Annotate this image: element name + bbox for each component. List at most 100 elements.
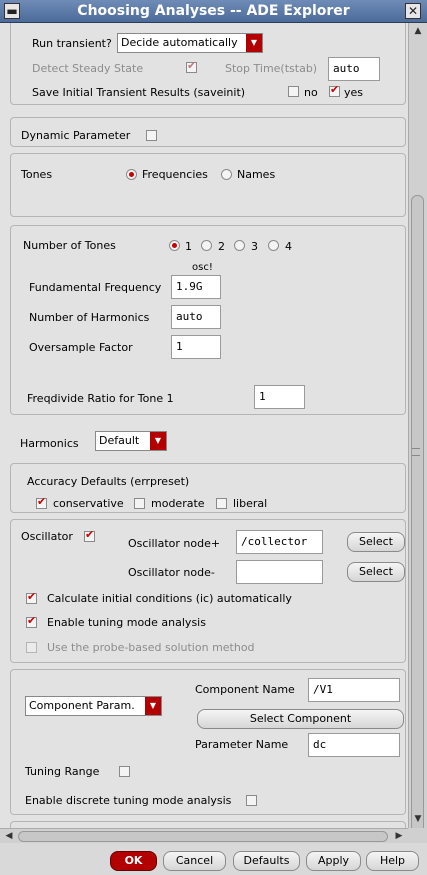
tones-frequencies-radio[interactable] [126, 169, 137, 180]
tones-frequencies-label: Frequencies [142, 168, 208, 181]
scroll-corner [408, 828, 427, 843]
number-of-harmonics-field[interactable]: auto [171, 305, 221, 329]
scroll-down-icon[interactable]: ▼ [412, 813, 424, 825]
oscillator-node-minus-label: Oscillator node- [128, 566, 215, 579]
ok-button[interactable]: OK [110, 851, 157, 871]
tones-group: Tones Frequencies Names [10, 153, 406, 217]
tones-names-label: Names [237, 168, 276, 181]
component-type-value: Component Param. [29, 699, 135, 712]
parameter-name-label: Parameter Name [195, 738, 289, 751]
tones-names-radio[interactable] [221, 169, 232, 180]
osc-column-header: osc! [192, 262, 213, 273]
accuracy-moderate-checkbox[interactable] [134, 498, 145, 509]
tones-4-label: 4 [285, 240, 292, 253]
oscillator-label: Oscillator [21, 530, 73, 543]
vertical-scroll-thumb[interactable] [411, 195, 424, 835]
fundamental-frequency-field[interactable]: 1.9G [171, 275, 221, 299]
scroll-grip-icon [412, 448, 420, 456]
steady-state-checkbox [186, 59, 197, 73]
ic-automatic-checkbox[interactable] [26, 590, 37, 604]
accuracy-liberal-label: liberal [233, 497, 268, 510]
number-of-tones-group: Number of Tones 1 2 3 4 osc! Fundamental… [10, 225, 406, 415]
saveinit-label: Save Initial Transient Results (saveinit… [32, 86, 246, 99]
horizontal-scrollbar[interactable]: ◀ ▶ [0, 828, 408, 843]
dynamic-param-group: Dynamic Parameter [10, 117, 406, 147]
transient-group: Run transient? Decide automatically ▼ De… [10, 23, 406, 105]
number-of-harmonics-label: Number of Harmonics [29, 311, 150, 324]
tuning-range-checkbox[interactable] [119, 766, 130, 777]
tuning-mode-label: Enable tuning mode analysis [47, 616, 206, 629]
discrete-tuning-label: Enable discrete tuning mode analysis [25, 794, 232, 807]
probe-method-label: Use the probe-based solution method [47, 641, 255, 654]
oscillator-node-plus-field[interactable]: /collector [236, 530, 323, 554]
harmonics-value: Default [99, 434, 140, 447]
tones-1-radio[interactable] [169, 240, 180, 251]
steady-state-label: Detect Steady State [32, 62, 144, 75]
scroll-right-icon[interactable]: ▶ [393, 830, 405, 842]
defaults-button[interactable]: Defaults [233, 851, 300, 871]
accuracy-moderate-label: moderate [151, 497, 205, 510]
chevron-down-icon: ▼ [246, 34, 262, 52]
parameter-name-field[interactable]: dc [308, 733, 400, 757]
oscillator-group: Oscillator Oscillator node+ /collector S… [10, 519, 406, 663]
oscillator-checkbox[interactable] [84, 528, 95, 542]
next-group-partial [10, 821, 406, 828]
accuracy-label: Accuracy Defaults (errpreset) [27, 475, 190, 488]
select-component-button[interactable]: Select Component [197, 709, 404, 729]
stop-time-field[interactable]: auto [328, 57, 380, 81]
tones-4-radio[interactable] [268, 240, 279, 251]
run-transient-select[interactable]: Decide automatically ▼ [117, 33, 263, 53]
saveinit-yes-label: yes [344, 86, 364, 99]
accuracy-conservative-label: conservative [53, 497, 124, 510]
tones-1-label: 1 [185, 240, 192, 253]
vertical-scrollbar[interactable]: ▲ ▼ [408, 23, 427, 835]
oversample-factor-label: Oversample Factor [29, 341, 133, 354]
number-of-tones-label: Number of Tones [23, 239, 116, 252]
apply-button[interactable]: Apply [306, 851, 361, 871]
saveinit-no-checkbox[interactable] [288, 86, 299, 97]
tones-3-label: 3 [251, 240, 258, 253]
oscillator-node-plus-select-button[interactable]: Select [347, 532, 405, 552]
run-transient-label: Run transient? [32, 37, 112, 50]
saveinit-yes-checkbox[interactable] [329, 83, 340, 97]
tones-2-label: 2 [218, 240, 225, 253]
close-icon[interactable]: ✕ [405, 3, 421, 19]
component-group: Component Param. ▼ Component Name /V1 Se… [10, 669, 406, 815]
accuracy-conservative-checkbox[interactable] [36, 495, 47, 509]
harmonics-select[interactable]: Default ▼ [95, 431, 167, 451]
window-title: Choosing Analyses -- ADE Explorer [77, 3, 350, 19]
scroll-left-icon[interactable]: ◀ [3, 830, 15, 842]
oscillator-node-minus-field[interactable] [236, 560, 323, 584]
freqdivide-ratio-field[interactable]: 1 [254, 385, 305, 409]
component-type-select[interactable]: Component Param. ▼ [25, 696, 162, 716]
horizontal-scroll-thumb[interactable] [18, 831, 388, 842]
dialog-button-bar: OK Cancel Defaults Apply Help [0, 843, 427, 875]
tones-label: Tones [21, 168, 53, 181]
dynamic-param-checkbox[interactable] [146, 130, 157, 141]
cancel-button[interactable]: Cancel [163, 851, 226, 871]
component-name-field[interactable]: /V1 [308, 678, 400, 702]
tuning-mode-checkbox[interactable] [26, 614, 37, 628]
oscillator-node-plus-label: Oscillator node+ [128, 537, 221, 550]
discrete-tuning-checkbox[interactable] [246, 795, 257, 806]
tones-2-radio[interactable] [201, 240, 212, 251]
probe-method-checkbox [26, 642, 37, 653]
tuning-range-label: Tuning Range [25, 765, 100, 778]
accuracy-group: Accuracy Defaults (errpreset) conservati… [10, 463, 406, 513]
scroll-up-icon[interactable]: ▲ [412, 25, 424, 37]
oversample-factor-field[interactable]: 1 [171, 335, 221, 359]
harmonics-label: Harmonics [20, 437, 79, 450]
tones-3-radio[interactable] [234, 240, 245, 251]
fundamental-frequency-label: Fundamental Frequency [29, 281, 162, 294]
title-bar: ▬ Choosing Analyses -- ADE Explorer ✕ [0, 0, 427, 23]
accuracy-liberal-checkbox[interactable] [216, 498, 227, 509]
stop-time-label: Stop Time(tstab) [225, 62, 318, 75]
freqdivide-ratio-label: Freqdivide Ratio for Tone 1 [27, 392, 174, 405]
oscillator-node-minus-select-button[interactable]: Select [347, 562, 405, 582]
dynamic-param-label: Dynamic Parameter [21, 129, 131, 142]
component-name-label: Component Name [195, 683, 295, 696]
help-button[interactable]: Help [366, 851, 419, 871]
chevron-down-icon: ▼ [145, 697, 161, 715]
form-content: Run transient? Decide automatically ▼ De… [0, 23, 408, 828]
chevron-down-icon: ▼ [150, 432, 166, 450]
